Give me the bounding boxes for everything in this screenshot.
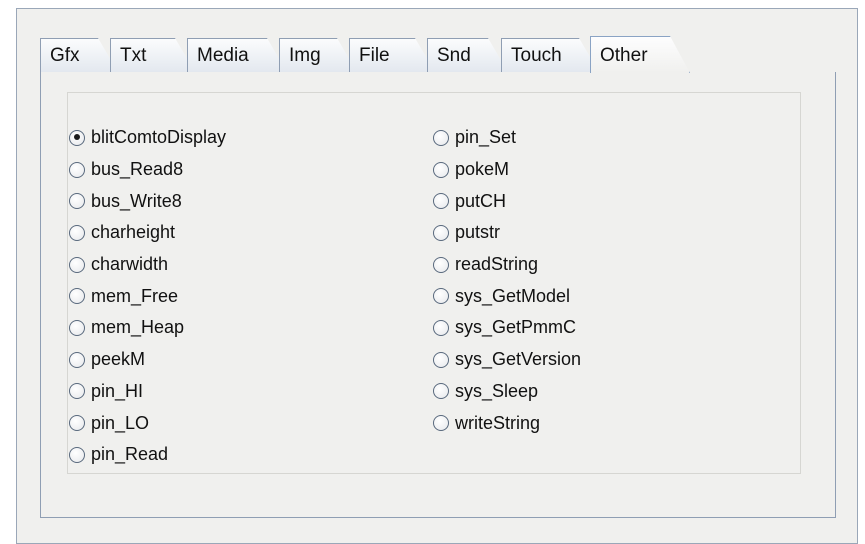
radio-peekm[interactable]: peekM (69, 344, 226, 376)
radio-unchecked-icon[interactable] (433, 288, 449, 305)
tab-snd[interactable]: Snd (427, 38, 508, 72)
radio-unchecked-icon[interactable] (69, 383, 85, 400)
radio-sys-getpmmc[interactable]: sys_GetPmmC (433, 312, 581, 344)
radio-unchecked-icon[interactable] (69, 446, 85, 463)
radio-label: pin_Set (455, 127, 517, 148)
radio-sys-sleep[interactable]: sys_Sleep (433, 376, 581, 408)
radio-sys-getversion[interactable]: sys_GetVersion (433, 344, 581, 376)
radio-label: sys_GetModel (455, 285, 571, 306)
tab-media[interactable]: Media (187, 38, 287, 72)
radio-blitcomtodisplay[interactable]: blitComtoDisplay (69, 122, 226, 154)
radio-label: sys_GetPmmC (455, 317, 577, 338)
radio-label: charwidth (91, 254, 169, 275)
radio-charheight[interactable]: charheight (69, 217, 226, 249)
radio-unchecked-icon[interactable] (433, 129, 449, 146)
radio-label: mem_Heap (91, 317, 185, 338)
radio-label: pin_HI (91, 380, 144, 401)
radio-checked-icon[interactable] (69, 129, 85, 146)
radio-unchecked-icon[interactable] (433, 383, 449, 400)
radio-pin-read[interactable]: pin_Read (69, 439, 226, 471)
radio-unchecked-icon[interactable] (433, 319, 449, 336)
tab-file[interactable]: File (349, 38, 435, 72)
radio-unchecked-icon[interactable] (69, 193, 85, 210)
tab-touch[interactable]: Touch (501, 38, 599, 72)
radio-label: sys_Sleep (455, 380, 539, 401)
tab-strip: Gfx Txt Media Img File Snd Touch Other (40, 38, 820, 74)
radio-readstring[interactable]: readString (433, 249, 581, 281)
tab-txt[interactable]: Txt (110, 38, 195, 72)
radio-mem-heap[interactable]: mem_Heap (69, 312, 226, 344)
radio-mem-free[interactable]: mem_Free (69, 280, 226, 312)
radio-bus-write8[interactable]: bus_Write8 (69, 185, 226, 217)
tab-gfx[interactable]: Gfx (40, 38, 118, 72)
radio-unchecked-icon[interactable] (433, 415, 449, 432)
radio-label: bus_Read8 (91, 159, 184, 180)
radio-unchecked-icon[interactable] (433, 161, 449, 178)
radio-column-left: blitComtoDisplay bus_Read8 bus_Write8 ch… (69, 122, 226, 471)
radio-label: pin_Read (91, 444, 169, 465)
tab-img[interactable]: Img (279, 38, 357, 72)
radio-unchecked-icon[interactable] (433, 224, 449, 241)
radio-label: peekM (91, 349, 146, 370)
radio-bus-read8[interactable]: bus_Read8 (69, 154, 226, 186)
radio-label: pin_LO (91, 412, 150, 433)
radio-unchecked-icon[interactable] (69, 256, 85, 273)
radio-pin-hi[interactable]: pin_HI (69, 376, 226, 408)
radio-unchecked-icon[interactable] (69, 415, 85, 432)
radio-unchecked-icon[interactable] (69, 161, 85, 178)
radio-column-right: pin_Set pokeM putCH putstr readString sy… (433, 122, 581, 439)
radio-pin-set[interactable]: pin_Set (433, 122, 581, 154)
radio-putstr[interactable]: putstr (433, 217, 581, 249)
radio-label: blitComtoDisplay (91, 127, 227, 148)
radio-pokem[interactable]: pokeM (433, 154, 581, 186)
radio-writestring[interactable]: writeString (433, 407, 581, 439)
radio-label: charheight (91, 222, 176, 243)
radio-label: putstr (455, 222, 501, 243)
radio-label: sys_GetVersion (455, 349, 582, 370)
radio-charwidth[interactable]: charwidth (69, 249, 226, 281)
radio-label: bus_Write8 (91, 190, 182, 211)
radio-sys-getmodel[interactable]: sys_GetModel (433, 280, 581, 312)
radio-unchecked-icon[interactable] (69, 224, 85, 241)
radio-label: writeString (455, 412, 541, 433)
radio-label: readString (455, 254, 539, 275)
radio-label: pokeM (455, 159, 510, 180)
radio-label: putCH (455, 190, 507, 211)
radio-pin-lo[interactable]: pin_LO (69, 407, 226, 439)
tab-other[interactable]: Other (590, 36, 690, 73)
radio-label: mem_Free (91, 285, 179, 306)
radio-unchecked-icon[interactable] (69, 319, 85, 336)
radio-unchecked-icon[interactable] (433, 256, 449, 273)
radio-putch[interactable]: putCH (433, 185, 581, 217)
radio-unchecked-icon[interactable] (433, 351, 449, 368)
radio-unchecked-icon[interactable] (433, 193, 449, 210)
radio-unchecked-icon[interactable] (69, 351, 85, 368)
radio-unchecked-icon[interactable] (69, 288, 85, 305)
